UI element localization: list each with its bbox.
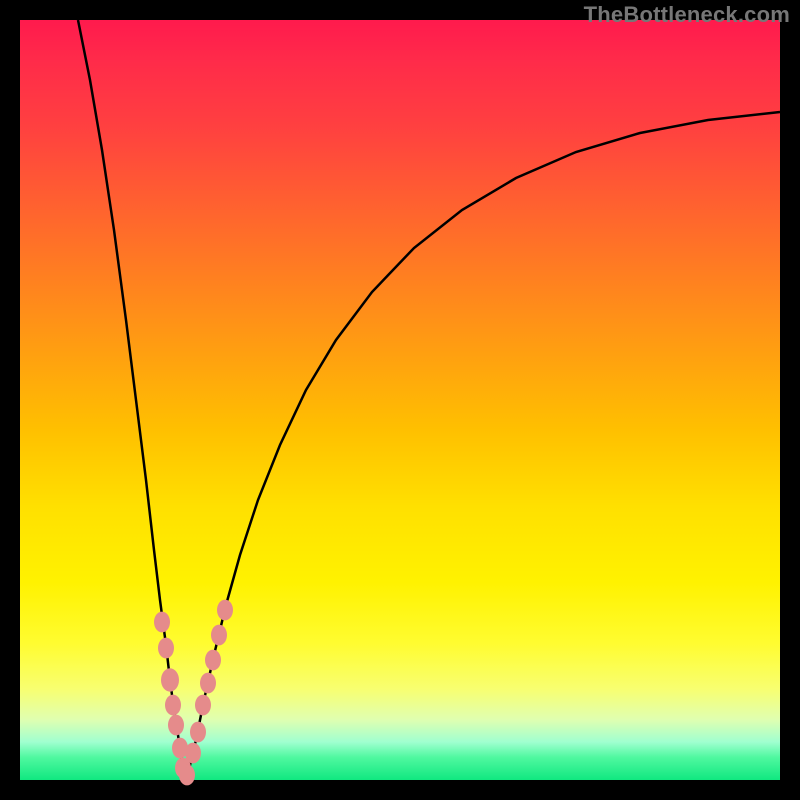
data-marker: [195, 695, 211, 716]
data-markers: [154, 600, 233, 786]
data-marker: [200, 673, 216, 694]
bottleneck-curve: [78, 20, 780, 778]
data-marker: [205, 650, 221, 671]
data-marker: [190, 722, 206, 743]
data-marker: [158, 638, 174, 659]
data-marker: [217, 600, 233, 621]
chart-root: TheBottleneck.com: [0, 0, 800, 800]
watermark-text: TheBottleneck.com: [584, 2, 790, 28]
data-marker: [168, 715, 184, 736]
data-marker: [165, 695, 181, 716]
curve-left-branch: [78, 20, 185, 778]
data-marker: [185, 743, 201, 764]
curve-right-branch: [185, 112, 780, 778]
chart-svg: [20, 20, 780, 780]
data-marker: [154, 612, 170, 633]
data-marker: [211, 625, 227, 646]
data-marker: [161, 668, 179, 691]
data-marker: [179, 765, 195, 786]
